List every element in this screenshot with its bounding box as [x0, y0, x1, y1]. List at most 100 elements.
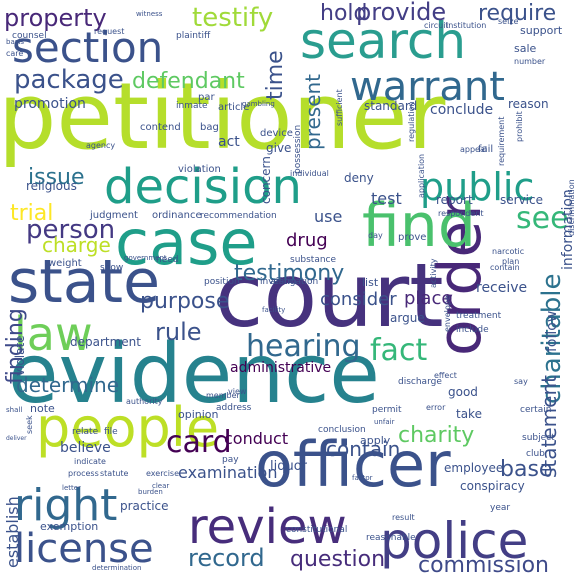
word-group: petitionerevidencecourtofficerordercases…	[0, 0, 576, 576]
cloud-word: address	[216, 403, 252, 413]
cloud-word: number	[514, 57, 546, 66]
cloud-word: result	[392, 513, 415, 522]
cloud-word: conclude	[430, 102, 493, 118]
cloud-word: record	[188, 544, 265, 572]
cloud-word: say	[514, 377, 528, 386]
cloud-word: contend	[140, 122, 181, 133]
cloud-word: determine	[16, 373, 119, 397]
cloud-word: list	[362, 276, 379, 289]
cloud-word: weight	[48, 258, 82, 269]
cloud-word: drug	[286, 230, 328, 251]
cloud-word: property	[4, 4, 107, 32]
cloud-word: error	[426, 403, 446, 412]
cloud-word: device	[260, 128, 293, 139]
cloud-word: gambling	[242, 100, 275, 108]
cloud-word: file	[104, 427, 118, 437]
cloud-word: letter	[62, 484, 81, 492]
cloud-word: investigation	[260, 277, 318, 287]
cloud-word: question	[290, 547, 385, 572]
cloud-word: conclusion	[318, 425, 366, 435]
cloud-word: par	[198, 92, 215, 103]
cloud-word: opinion	[178, 408, 219, 421]
cloud-word: defendant	[132, 69, 245, 94]
cloud-word: exercise	[146, 469, 179, 478]
cloud-word: club	[526, 449, 545, 459]
cloud-word: government	[124, 254, 167, 262]
cloud-word: hold	[320, 1, 367, 26]
cloud-word: prove	[398, 232, 426, 243]
cloud-word: fact	[370, 333, 427, 368]
cloud-word: establish	[3, 496, 22, 568]
cloud-word: deliver	[6, 435, 27, 442]
cloud-word: contain	[490, 263, 520, 272]
cloud-word: agency	[86, 141, 115, 150]
cloud-word: ordinance	[152, 210, 202, 221]
cloud-word: constitutional	[286, 525, 347, 535]
cloud-word: religious	[26, 179, 77, 193]
cloud-word: year	[490, 503, 510, 513]
cloud-word: process	[68, 469, 99, 478]
cloud-word: plaintiff	[176, 31, 211, 41]
cloud-word: view	[228, 387, 247, 396]
cloud-word: reasonable	[366, 533, 416, 543]
cloud-word: hearing	[246, 329, 361, 364]
cloud-word: indicate	[74, 457, 106, 466]
cloud-word: seize	[498, 17, 519, 26]
cloud-word: department	[70, 335, 141, 349]
cloud-word: deny	[344, 171, 374, 185]
cloud-word: service	[500, 193, 543, 207]
cloud-word: recommendation	[200, 211, 277, 221]
cloud-word: argue	[390, 311, 425, 325]
cloud-word: support	[520, 24, 563, 37]
cloud-word: individual	[290, 169, 329, 178]
cloud-word: bag	[200, 122, 219, 133]
cloud-word: effect	[434, 371, 457, 380]
cloud-word: institution	[446, 21, 486, 30]
cloud-word: use	[314, 207, 342, 226]
cloud-word: liquor	[270, 459, 308, 474]
cloud-word: charge	[42, 233, 111, 257]
cloud-word: clear	[152, 482, 169, 490]
cloud-word: envelope	[443, 295, 452, 332]
cloud-word: basis	[6, 38, 24, 46]
cloud-word: position	[204, 277, 240, 287]
cloud-word: pay	[222, 455, 239, 465]
cloud-word: substance	[290, 255, 336, 265]
cloud-word: care	[6, 49, 23, 58]
cloud-word: conspiracy	[460, 479, 525, 493]
cloud-word: reason	[508, 97, 549, 111]
cloud-word: regulation	[407, 101, 416, 142]
cloud-word: package	[14, 65, 124, 95]
cloud-word: violate	[13, 335, 27, 376]
cloud-word: seek	[25, 415, 34, 434]
cloud-word: commission	[418, 553, 549, 576]
cloud-word: follow	[544, 311, 560, 352]
cloud-word: narcotic	[492, 247, 524, 256]
cloud-word: certain	[520, 405, 551, 415]
cloud-word: permit	[372, 405, 402, 415]
cloud-word: judgment	[89, 210, 138, 221]
cloud-word: take	[456, 407, 482, 421]
cloud-word: shall	[6, 406, 22, 414]
cloud-word: include	[456, 325, 489, 335]
cloud-word: believe	[60, 440, 111, 456]
cloud-word: prohibit	[515, 111, 524, 142]
cloud-word: show	[100, 263, 123, 273]
cloud-word: examination	[178, 463, 277, 482]
cloud-word: trial	[10, 201, 53, 226]
cloud-word: act	[218, 134, 240, 150]
cloud-word: application	[417, 154, 426, 198]
cloud-word: apply	[360, 434, 391, 447]
cloud-word: report	[436, 193, 473, 207]
cloud-word: test	[371, 189, 402, 208]
cloud-word: requirement	[497, 117, 506, 166]
cloud-word: witness	[136, 10, 163, 18]
cloud-word: administrative	[230, 360, 331, 376]
word-cloud: petitioner evidence court officer order case s…	[0, 0, 576, 576]
cloud-word: appeal	[460, 145, 487, 154]
cloud-word: conduct	[224, 429, 288, 448]
cloud-word: possession	[293, 125, 303, 174]
cloud-word: statute	[100, 469, 129, 478]
cloud-word: exemption	[40, 520, 98, 533]
cloud-word: testify	[192, 3, 273, 33]
